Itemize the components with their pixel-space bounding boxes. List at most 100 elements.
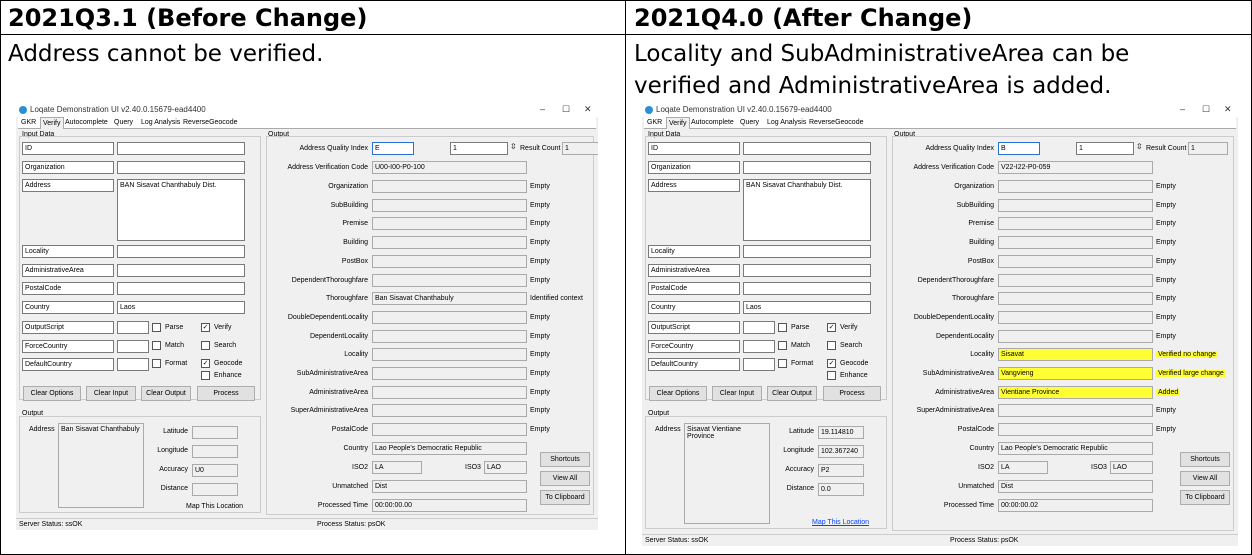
field-input-country[interactable]: Laos <box>117 301 245 314</box>
view-all-button[interactable]: View All <box>1180 471 1230 486</box>
parse-checkbox[interactable] <box>778 323 787 332</box>
field-select-id[interactable]: ID <box>648 142 740 155</box>
geocode-checkbox[interactable]: ✓ <box>827 359 836 368</box>
field-input-locality[interactable] <box>117 245 245 258</box>
search-checkbox[interactable] <box>827 341 836 350</box>
result-spinner[interactable]: 1 <box>450 142 508 155</box>
field-input-administrativearea[interactable] <box>743 264 871 277</box>
field-input-administrativearea[interactable] <box>117 264 245 277</box>
shortcuts-button[interactable]: Shortcuts <box>540 452 590 467</box>
option-input[interactable] <box>117 321 149 334</box>
maximize-icon[interactable]: ☐ <box>1202 104 1210 115</box>
close-icon[interactable]: ✕ <box>1224 104 1232 115</box>
option-select-forcecountry[interactable]: ForceCountry <box>648 340 740 353</box>
field-input-postalcode[interactable] <box>117 282 245 295</box>
tab-log-analysis[interactable]: Log Analysis <box>140 119 181 126</box>
field-select-locality[interactable]: Locality <box>648 245 740 258</box>
minimize-icon[interactable]: – <box>1180 104 1185 114</box>
clear-options-button[interactable]: Clear Options <box>649 386 707 401</box>
format-checkbox[interactable] <box>152 359 161 368</box>
match-checkbox[interactable] <box>152 341 161 350</box>
verify-checkbox[interactable]: ✓ <box>201 323 210 332</box>
enhance-checkbox[interactable] <box>827 371 836 380</box>
option-input[interactable] <box>743 358 775 371</box>
field-input-country[interactable]: Laos <box>743 301 871 314</box>
field-input-id[interactable] <box>743 142 871 155</box>
field-select-administrativearea[interactable]: AdministrativeArea <box>648 264 740 277</box>
maximize-icon[interactable]: ☐ <box>562 104 570 115</box>
field-select-postalcode[interactable]: PostalCode <box>22 282 114 295</box>
tab-query[interactable]: Query <box>113 119 134 126</box>
shortcuts-button[interactable]: Shortcuts <box>1180 452 1230 467</box>
field-select-address[interactable]: Address <box>648 179 740 192</box>
field-input-address[interactable]: BAN Sisavat Chanthabuly Dist. <box>743 179 871 241</box>
to-clipboard-button[interactable]: To Clipboard <box>540 490 590 505</box>
clear-options-button[interactable]: Clear Options <box>23 386 81 401</box>
tab-verify[interactable]: Verify <box>40 117 64 129</box>
tab-gkr[interactable]: GKR <box>646 119 663 126</box>
field-select-administrativearea[interactable]: AdministrativeArea <box>22 264 114 277</box>
field-input-organization[interactable] <box>117 161 245 174</box>
before-description-line: Address cannot be verified. <box>8 41 324 67</box>
field-select-country[interactable]: Country <box>648 301 740 314</box>
output-address-label: Address <box>655 426 681 433</box>
field-label-doubledependentlocality: DoubleDependentLocality <box>913 314 994 321</box>
tab-autocomplete[interactable]: Autocomplete <box>690 119 735 126</box>
field-select-postalcode[interactable]: PostalCode <box>648 282 740 295</box>
field-value-subbuilding <box>998 199 1153 212</box>
field-select-organization[interactable]: Organization <box>22 161 114 174</box>
field-input-postalcode[interactable] <box>743 282 871 295</box>
close-icon[interactable]: ✕ <box>584 104 592 115</box>
field-input-locality[interactable] <box>743 245 871 258</box>
option-select-outputscript[interactable]: OutputScript <box>22 321 114 334</box>
result-spinner[interactable]: 1 <box>1076 142 1134 155</box>
field-input-organization[interactable] <box>743 161 871 174</box>
tab-verify[interactable]: Verify <box>666 117 690 129</box>
spinner-arrows-icon[interactable]: ⇳ <box>510 142 517 151</box>
option-input[interactable] <box>117 358 149 371</box>
field-select-organization[interactable]: Organization <box>648 161 740 174</box>
option-input[interactable] <box>743 340 775 353</box>
field-select-id[interactable]: ID <box>22 142 114 155</box>
option-select-outputscript[interactable]: OutputScript <box>648 321 740 334</box>
verify-checkbox[interactable]: ✓ <box>827 323 836 332</box>
process-button[interactable]: Process <box>197 386 255 401</box>
verify-label: Verify <box>214 324 232 331</box>
map-this-location-link[interactable]: Map This Location <box>812 519 869 526</box>
option-select-defaultcountry[interactable]: DefaultCountry <box>22 358 114 371</box>
view-all-button[interactable]: View All <box>540 471 590 486</box>
tab-gkr[interactable]: GKR <box>20 119 37 126</box>
spinner-arrows-icon[interactable]: ⇳ <box>1136 142 1143 151</box>
search-checkbox[interactable] <box>201 341 210 350</box>
option-input[interactable] <box>743 321 775 334</box>
clear-output-button[interactable]: Clear Output <box>141 386 191 401</box>
clear-output-button[interactable]: Clear Output <box>767 386 817 401</box>
tab-autocomplete[interactable]: Autocomplete <box>64 119 109 126</box>
option-input[interactable] <box>117 340 149 353</box>
minimize-icon[interactable]: – <box>540 104 545 114</box>
tab-reversegeocode[interactable]: ReverseGeocode <box>808 119 864 126</box>
field-select-locality[interactable]: Locality <box>22 245 114 258</box>
clear-input-button[interactable]: Clear Input <box>86 386 136 401</box>
format-checkbox[interactable] <box>778 359 787 368</box>
field-select-address[interactable]: Address <box>22 179 114 192</box>
tab-query[interactable]: Query <box>739 119 760 126</box>
field-value-dependentlocality <box>372 330 527 343</box>
process-button[interactable]: Process <box>823 386 881 401</box>
enhance-checkbox[interactable] <box>201 371 210 380</box>
field-select-country[interactable]: Country <box>22 301 114 314</box>
match-checkbox[interactable] <box>778 341 787 350</box>
tab-reversegeocode[interactable]: ReverseGeocode <box>182 119 238 126</box>
map-this-location-link[interactable]: Map This Location <box>186 503 243 510</box>
geocode-checkbox[interactable]: ✓ <box>201 359 210 368</box>
field-input-address[interactable]: BAN Sisavat Chanthabuly Dist. <box>117 179 245 241</box>
clear-input-button[interactable]: Clear Input <box>712 386 762 401</box>
option-select-forcecountry[interactable]: ForceCountry <box>22 340 114 353</box>
to-clipboard-button[interactable]: To Clipboard <box>1180 490 1230 505</box>
field-input-id[interactable] <box>117 142 245 155</box>
tab-log-analysis[interactable]: Log Analysis <box>766 119 807 126</box>
field-value-administrativearea: Vientiane Province <box>998 386 1153 399</box>
option-select-defaultcountry[interactable]: DefaultCountry <box>648 358 740 371</box>
output-address-value: Sisavat Vientiane Province <box>684 423 770 524</box>
parse-checkbox[interactable] <box>152 323 161 332</box>
